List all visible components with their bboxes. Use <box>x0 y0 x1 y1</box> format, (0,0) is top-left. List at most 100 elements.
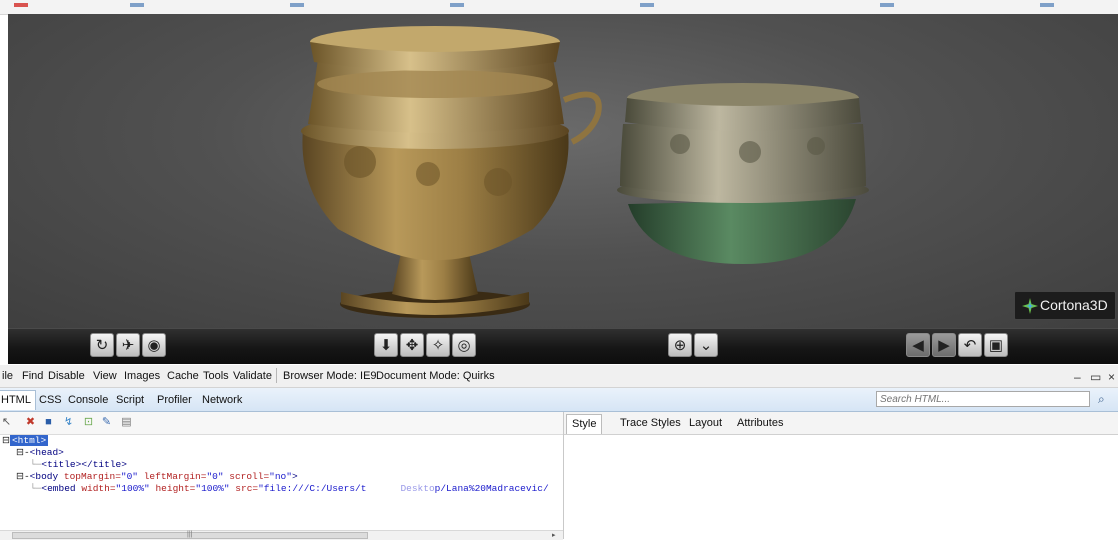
attr-value: "0" <box>206 471 224 482</box>
tab-attributes[interactable]: Attributes <box>737 417 783 429</box>
head-tag: <head> <box>29 447 64 458</box>
straighten-button[interactable]: ⌄ <box>694 333 718 357</box>
search-html-input[interactable] <box>876 391 1090 407</box>
clear-outline-icon[interactable]: ✖ <box>24 416 37 429</box>
minimize-icon[interactable]: – <box>1074 370 1081 384</box>
top-strip-marker <box>640 3 654 7</box>
attr-name: scroll= <box>223 471 270 482</box>
walk-down-icon: ⬇ <box>379 336 393 354</box>
top-strip-marker <box>130 3 144 7</box>
tab-profiler[interactable]: Profiler <box>157 394 192 406</box>
expand-all-icon[interactable]: ⊡ <box>82 416 95 429</box>
tag-close: > <box>291 471 298 482</box>
top-strip-marker <box>14 3 28 7</box>
walk-button[interactable]: ⬇ <box>374 333 398 357</box>
collapse-icon[interactable]: ⊟ <box>16 447 24 458</box>
menu-view[interactable]: View <box>93 370 117 382</box>
style-panel-tabs: Style Trace Styles Layout Attributes <box>564 412 1118 435</box>
attr-name: height= <box>149 483 196 494</box>
tree-node-embed[interactable]: └─<embed width="100%" height="100%" src=… <box>30 483 549 494</box>
fly-button[interactable]: ✈ <box>116 333 140 357</box>
save-icon[interactable]: ■ <box>42 416 55 429</box>
tab-css[interactable]: CSS <box>39 394 62 406</box>
study-icon: ✧ <box>431 336 445 354</box>
cortona3d-brand-text: Cortona3D <box>1040 297 1108 313</box>
top-strip-marker <box>880 3 894 7</box>
attr-name: leftMargin= <box>138 471 207 482</box>
orbit-icon: ◎ <box>457 336 471 354</box>
attr-value: "100%" <box>195 483 230 494</box>
tree-node-head[interactable]: ⊟-<head> <box>16 447 64 458</box>
eye-icon: ◉ <box>147 336 161 354</box>
attr-name: src= <box>229 483 259 494</box>
tab-console[interactable]: Console <box>68 394 108 406</box>
embed-tag: <embed <box>41 483 76 494</box>
attr-name: topMargin= <box>58 471 121 482</box>
top-strip-marker <box>450 3 464 7</box>
close-icon[interactable]: × <box>1108 370 1115 384</box>
document-mode-menu[interactable]: Document Mode: Quirks <box>376 370 495 382</box>
next-viewpoint-button[interactable]: ▶ <box>932 333 956 357</box>
edit-icon[interactable]: ✎ <box>100 416 113 429</box>
attr-value-faded: Deskto <box>400 483 435 494</box>
attr-name: width= <box>75 483 116 494</box>
tab-html[interactable]: HTML <box>0 390 36 410</box>
collapse-icon[interactable]: ⊟ <box>16 471 24 482</box>
devtools-tabbar: HTML CSS Console Script Profiler Network… <box>0 388 1118 412</box>
select-element-icon[interactable]: ↖ <box>0 416 13 429</box>
scroll-right-icon[interactable]: ▸ <box>552 531 556 539</box>
tab-script[interactable]: Script <box>116 394 144 406</box>
body-tag: <body <box>29 471 59 482</box>
html-toolbar: ↖ ✖ ■ ↯ ⊡ ✎ ▤ <box>0 412 563 435</box>
tab-layout[interactable]: Layout <box>689 417 722 429</box>
cortona3d-viewport[interactable]: Cortona3D <box>8 14 1118 328</box>
straighten-icon: ⌄ <box>699 336 713 354</box>
tree-connector: └─ <box>30 459 42 470</box>
top-strip-marker <box>1040 3 1054 7</box>
fit-button[interactable]: ▣ <box>984 333 1008 357</box>
tab-network[interactable]: Network <box>202 394 242 406</box>
orbit-button[interactable]: ◎ <box>452 333 476 357</box>
study-button[interactable]: ✧ <box>426 333 450 357</box>
undock-icon[interactable]: ▭ <box>1090 370 1101 384</box>
restore-button[interactable]: ↶ <box>958 333 982 357</box>
tree-connector: └─ <box>30 483 42 494</box>
attr-value: "no" <box>269 471 292 482</box>
cortona3d-logo: Cortona3D <box>1014 291 1116 320</box>
search-icon[interactable]: ⌕ <box>1098 392 1105 407</box>
html-tag: <html> <box>9 435 49 446</box>
browser-top-strip <box>0 0 1118 15</box>
menu-file[interactable]: ile <box>2 370 13 382</box>
fit-icon: ▣ <box>988 336 1004 354</box>
title-tag: <title></title> <box>41 459 127 470</box>
menu-images[interactable]: Images <box>124 370 160 382</box>
tree-node-body[interactable]: ⊟-<body topMargin="0" leftMargin="0" scr… <box>16 471 298 482</box>
view-button[interactable]: ◉ <box>142 333 166 357</box>
rotate-button[interactable]: ↻ <box>90 333 114 357</box>
tab-style[interactable]: Style <box>566 414 603 434</box>
menu-validate[interactable]: Validate <box>233 370 272 382</box>
pan-button[interactable]: ✥ <box>400 333 424 357</box>
attr-value: "0" <box>120 471 139 482</box>
menu-cache[interactable]: Cache <box>167 370 199 382</box>
green-bowl-model <box>617 83 869 264</box>
tree-node-html[interactable]: ⊟ <html> <box>2 435 49 446</box>
prev-viewpoint-button[interactable]: ◀ <box>906 333 930 357</box>
goto-button[interactable]: ⊕ <box>668 333 692 357</box>
tree-node-title[interactable]: └─<title></title> <box>30 459 127 470</box>
undo-icon: ↶ <box>963 336 977 354</box>
bronze-cup-model <box>301 26 602 318</box>
collapse-icon[interactable]: ⊟ <box>2 435 10 446</box>
attr-value: "100%" <box>115 483 150 494</box>
menu-find[interactable]: Find <box>22 370 43 382</box>
tab-trace-styles[interactable]: Trace Styles <box>620 417 681 429</box>
menu-tools[interactable]: Tools <box>203 370 229 382</box>
fly-icon: ✈ <box>121 336 135 354</box>
word-wrap-icon[interactable]: ▤ <box>120 416 133 429</box>
refresh-icon[interactable]: ↯ <box>62 416 75 429</box>
style-panel: Style Trace Styles Layout Attributes <box>563 412 1118 539</box>
target-icon: ⊕ <box>673 336 687 354</box>
browser-mode-menu[interactable]: Browser Mode: IE9 <box>283 370 377 382</box>
menu-disable[interactable]: Disable <box>48 370 85 382</box>
attr-value: "file:///C:/Users/t <box>258 483 367 494</box>
